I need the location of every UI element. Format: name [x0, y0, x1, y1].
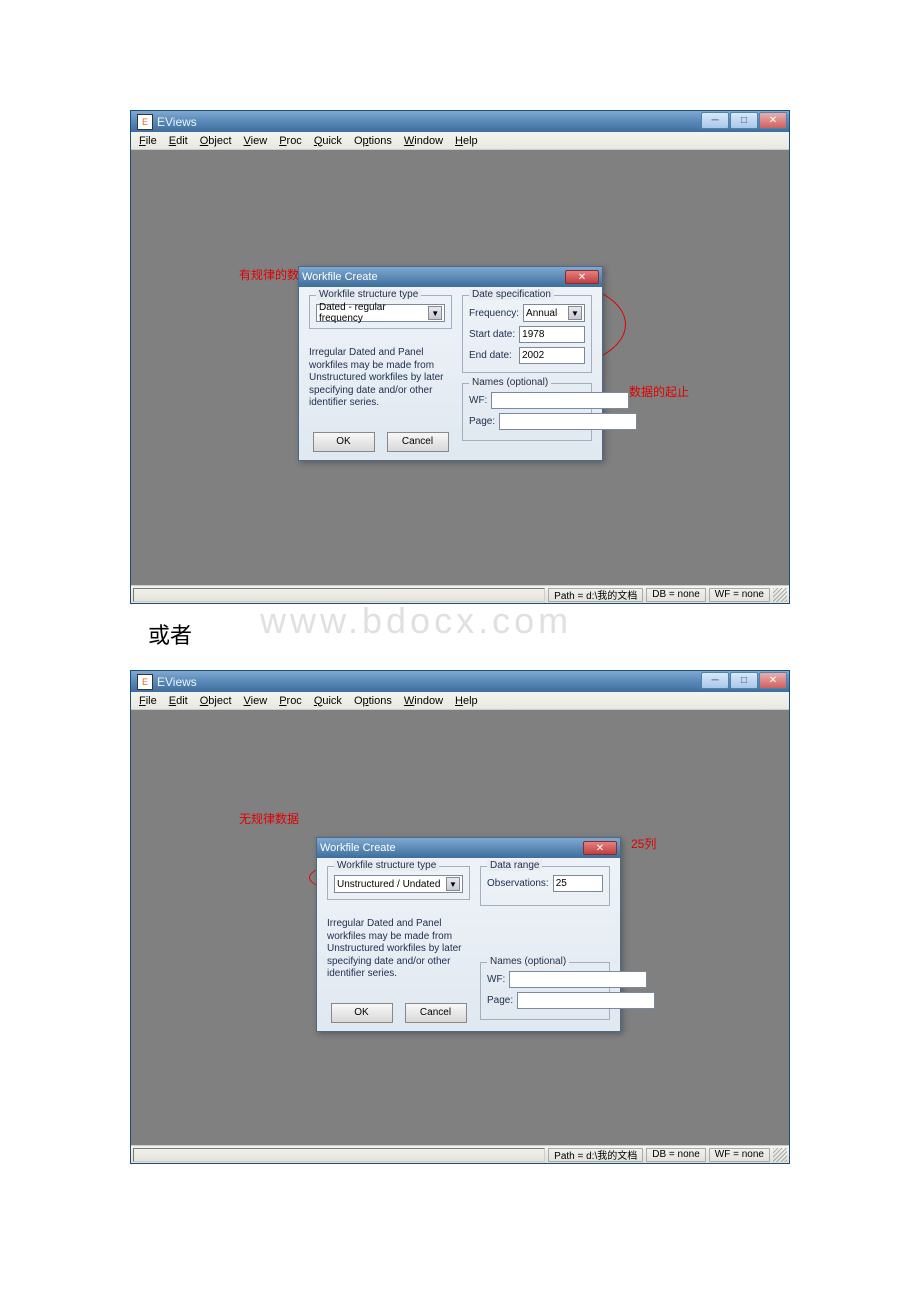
freq-label: Frequency: [469, 308, 519, 319]
wf-input[interactable] [509, 971, 647, 988]
dialog-close-button[interactable]: ✕ [565, 270, 599, 284]
app-icon: E [137, 674, 153, 690]
structure-type-select[interactable]: Dated - regular frequency ▼ [316, 304, 445, 322]
status-db: DB = none [646, 588, 706, 602]
structure-description: Irregular Dated and Panel workfiles may … [309, 347, 452, 410]
workspace: 有规律的数据 数据的起止 Workfile Create ✕ Workfile … [131, 150, 789, 585]
names-legend: Names (optional) [469, 377, 551, 388]
date-legend: Date specification [469, 289, 554, 300]
date-spec-group: Date specification Frequency: Annual ▼ S… [462, 295, 592, 373]
app-title: EViews [157, 675, 197, 689]
page-input[interactable] [499, 413, 637, 430]
page-label: Page: [469, 416, 495, 427]
menubar: File Edit Object View Proc Quick Options… [131, 132, 789, 150]
structure-legend: Workfile structure type [316, 289, 421, 300]
status-db: DB = none [646, 1148, 706, 1162]
page-label: Page: [487, 995, 513, 1006]
structure-type-group: Workfile structure type Dated - regular … [309, 295, 452, 329]
chevron-down-icon: ▼ [568, 306, 582, 320]
annotation-irregular-data: 无规律数据 [239, 810, 299, 827]
menu-edit[interactable]: Edit [163, 134, 194, 148]
titlebar[interactable]: E EViews ─ □ ✕ [131, 671, 789, 692]
names-group: Names (optional) WF: Page: [462, 383, 592, 441]
workspace: 无规律数据 25列 Workfile Create ✕ Workfile str… [131, 710, 789, 1145]
menu-window[interactable]: Window [398, 134, 449, 148]
menu-help[interactable]: Help [449, 134, 484, 148]
structure-description: Irregular Dated and Panel workfiles may … [327, 918, 470, 981]
menu-window[interactable]: Window [398, 694, 449, 708]
workfile-create-dialog: Workfile Create ✕ Workfile structure typ… [316, 837, 621, 1032]
page-input[interactable] [517, 992, 655, 1009]
structure-type-select[interactable]: Unstructured / Undated ▼ [334, 875, 463, 893]
wf-label: WF: [487, 974, 505, 985]
workfile-create-dialog: Workfile Create ✕ Workfile structure typ… [298, 266, 603, 461]
ok-button[interactable]: OK [331, 1003, 393, 1023]
statusbar: Path = d:\我的文档 DB = none WF = none [131, 585, 789, 603]
menu-view[interactable]: View [238, 694, 274, 708]
annotation-columns: 25列 [631, 835, 656, 852]
end-label: End date: [469, 350, 515, 361]
minimize-button[interactable]: ─ [701, 112, 729, 129]
wf-label: WF: [469, 395, 487, 406]
data-range-group: Data range Observations: [480, 866, 610, 906]
annotation-data-range: 数据的起止 [629, 383, 689, 400]
menu-proc[interactable]: Proc [273, 134, 308, 148]
minimize-button[interactable]: ─ [701, 672, 729, 689]
menu-edit[interactable]: Edit [163, 694, 194, 708]
status-left [133, 588, 545, 602]
resize-grip[interactable] [773, 1148, 787, 1162]
chevron-down-icon: ▼ [446, 877, 460, 891]
maximize-button[interactable]: □ [730, 112, 758, 129]
status-wf: WF = none [709, 588, 770, 602]
eviews-window-1: E EViews ─ □ ✕ File Edit Object View Pro… [130, 110, 790, 604]
cancel-button[interactable]: Cancel [405, 1003, 467, 1023]
wf-input[interactable] [491, 392, 629, 409]
menu-quick[interactable]: Quick [308, 134, 348, 148]
app-icon: E [137, 114, 153, 130]
close-button[interactable]: ✕ [759, 672, 787, 689]
menu-file[interactable]: File [133, 134, 163, 148]
dialog-title: Workfile Create [320, 842, 396, 854]
start-label: Start date: [469, 329, 515, 340]
dialog-close-button[interactable]: ✕ [583, 841, 617, 855]
dialog-titlebar[interactable]: Workfile Create ✕ [317, 838, 620, 858]
menu-proc[interactable]: Proc [273, 694, 308, 708]
menu-options[interactable]: Options [348, 134, 398, 148]
dialog-title: Workfile Create [302, 271, 378, 283]
menubar: File Edit Object View Proc Quick Options… [131, 692, 789, 710]
titlebar[interactable]: E EViews ─ □ ✕ [131, 111, 789, 132]
menu-quick[interactable]: Quick [308, 694, 348, 708]
range-legend: Data range [487, 860, 542, 871]
status-left [133, 1148, 545, 1162]
eviews-window-2: E EViews ─ □ ✕ File Edit Object View Pro… [130, 670, 790, 1164]
status-path: Path = d:\我的文档 [548, 588, 643, 602]
obs-label: Observations: [487, 878, 549, 889]
start-date-input[interactable] [519, 326, 585, 343]
statusbar: Path = d:\我的文档 DB = none WF = none [131, 1145, 789, 1163]
middle-text: 或者 [148, 618, 920, 650]
menu-file[interactable]: File [133, 694, 163, 708]
names-group: Names (optional) WF: Page: [480, 962, 610, 1020]
maximize-button[interactable]: □ [730, 672, 758, 689]
chevron-down-icon: ▼ [428, 306, 442, 320]
end-date-input[interactable] [519, 347, 585, 364]
structure-legend: Workfile structure type [334, 860, 439, 871]
observations-input[interactable] [553, 875, 603, 892]
names-legend: Names (optional) [487, 956, 569, 967]
close-button[interactable]: ✕ [759, 112, 787, 129]
status-path: Path = d:\我的文档 [548, 1148, 643, 1162]
menu-object[interactable]: Object [194, 694, 238, 708]
app-title: EViews [157, 115, 197, 129]
frequency-select[interactable]: Annual ▼ [523, 304, 585, 322]
ok-button[interactable]: OK [313, 432, 375, 452]
menu-options[interactable]: Options [348, 694, 398, 708]
cancel-button[interactable]: Cancel [387, 432, 449, 452]
menu-help[interactable]: Help [449, 694, 484, 708]
structure-type-group: Workfile structure type Unstructured / U… [327, 866, 470, 900]
status-wf: WF = none [709, 1148, 770, 1162]
menu-object[interactable]: Object [194, 134, 238, 148]
resize-grip[interactable] [773, 588, 787, 602]
dialog-titlebar[interactable]: Workfile Create ✕ [299, 267, 602, 287]
menu-view[interactable]: View [238, 134, 274, 148]
